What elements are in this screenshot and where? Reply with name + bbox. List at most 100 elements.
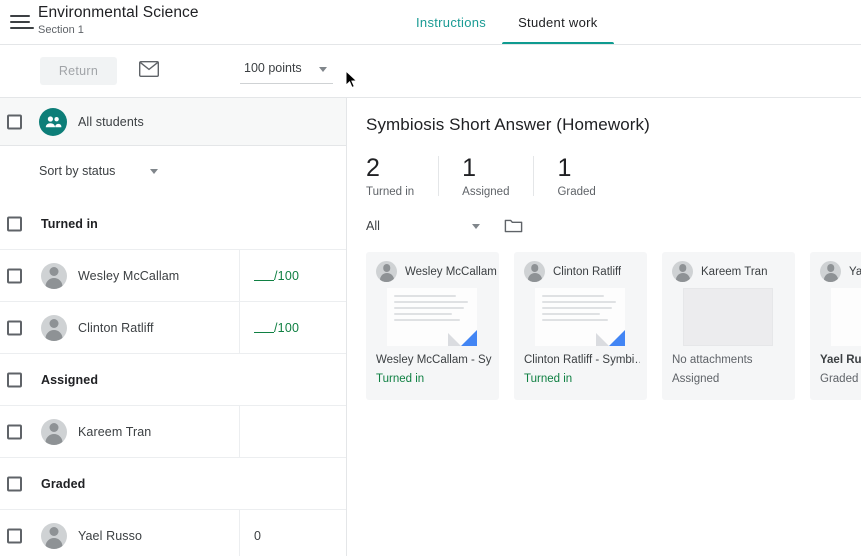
student-name: Kareem Tran (78, 425, 151, 439)
checkbox-student[interactable] (7, 320, 22, 335)
sort-by-status-dropdown[interactable]: Sort by status (39, 161, 164, 183)
course-header: Environmental Science Section 1 (38, 3, 199, 37)
document-thumbnail (831, 288, 861, 346)
stat-count: 1 (462, 153, 509, 183)
card-file-name: Yael Russo (820, 354, 861, 366)
avatar (41, 263, 67, 289)
return-button[interactable]: Return (40, 57, 117, 85)
student-name: Wesley McCallam (78, 269, 179, 283)
stat-label: Assigned (462, 186, 509, 198)
sidebar-row-student[interactable]: Wesley McCallam /100 (0, 250, 346, 302)
card-status: Turned in (376, 373, 424, 385)
tab-bar: Instructions Student work (400, 0, 614, 45)
hamburger-menu-icon[interactable] (10, 13, 34, 31)
folder-icon[interactable] (504, 218, 523, 239)
sidebar-section-turned-in[interactable]: Turned in (0, 198, 346, 250)
checkbox-student[interactable] (7, 268, 22, 283)
card-file-name: Clinton Ratliff - Symbi… (524, 354, 640, 366)
submission-card[interactable]: Wesley McCallam Wesley McCallam - Sy… Tu… (366, 252, 499, 400)
top-bar: Environmental Science Section 1 Instruct… (0, 0, 861, 45)
checkbox-section-graded[interactable] (7, 476, 22, 491)
status-filter-dropdown[interactable]: All (366, 216, 486, 240)
tab-student-work[interactable]: Student work (502, 0, 613, 45)
avatar (672, 261, 693, 282)
stat-graded: 1 Graded (533, 153, 619, 198)
people-group-icon (39, 108, 67, 136)
google-docs-icon (461, 330, 477, 346)
checkbox-all-students[interactable] (7, 114, 22, 129)
card-file-name: Wesley McCallam - Sy… (376, 354, 492, 366)
card-no-attachments-label: No attachments (672, 354, 753, 366)
grade-total: /100 (274, 321, 299, 335)
grade-column-divider (239, 406, 240, 457)
avatar (41, 315, 67, 341)
student-name: Clinton Ratliff (78, 321, 154, 335)
document-thumbnail (387, 288, 477, 346)
student-list-sidebar: All students Sort by status Turned in We… (0, 98, 347, 556)
student-work-main-pane: Symbiosis Short Answer (Homework) 2 Turn… (347, 98, 861, 556)
card-status: Graded (820, 373, 858, 385)
sidebar-row-student[interactable]: Yael Russo 0 (0, 510, 346, 556)
stat-assigned: 1 Assigned (438, 153, 533, 198)
sidebar-row-student[interactable]: Clinton Ratliff /100 (0, 302, 346, 354)
card-status: Assigned (672, 373, 719, 385)
doc-fold-corner (448, 333, 461, 346)
card-student-name: Kareem Tran (701, 266, 767, 278)
grade-column-divider (239, 510, 240, 556)
course-section-label: Section 1 (38, 23, 199, 37)
sidebar-row-all-students[interactable]: All students (0, 98, 346, 146)
grade-field[interactable]: /100 (254, 269, 299, 283)
action-toolbar: Return 100 points (0, 45, 861, 98)
grade-blank (254, 332, 274, 333)
page-title: Environmental Science (38, 3, 199, 22)
assignment-title: Symbiosis Short Answer (Homework) (366, 115, 650, 135)
checkbox-student[interactable] (7, 528, 22, 543)
sidebar-row-student[interactable]: Kareem Tran (0, 406, 346, 458)
submission-card[interactable]: Yael Russo Yael Russo Graded (810, 252, 861, 400)
stat-turned-in: 2 Turned in (366, 153, 438, 198)
grade-field[interactable]: 0 (254, 529, 261, 543)
card-student-name: Yael Russo (849, 266, 861, 278)
document-thumbnail (535, 288, 625, 346)
chevron-down-icon (150, 169, 158, 174)
classroom-student-work-page: Environmental Science Section 1 Instruct… (0, 0, 861, 556)
empty-thumbnail-placeholder (683, 288, 773, 346)
stat-label: Graded (557, 186, 595, 198)
card-header: Yael Russo (820, 261, 861, 282)
grade-field[interactable]: /100 (254, 321, 299, 335)
sort-row: Sort by status (0, 146, 346, 198)
grade-column-divider (239, 302, 240, 353)
sidebar-section-label: Turned in (41, 217, 98, 231)
chevron-down-icon (472, 224, 480, 229)
status-summary: 2 Turned in 1 Assigned 1 Graded (366, 153, 620, 198)
tab-instructions[interactable]: Instructions (400, 0, 502, 45)
submission-card[interactable]: Kareem Tran No attachments Assigned (662, 252, 795, 400)
points-dropdown[interactable]: 100 points (240, 58, 333, 84)
card-header: Kareem Tran (672, 261, 767, 282)
card-student-name: Clinton Ratliff (553, 266, 621, 278)
checkbox-section-assigned[interactable] (7, 372, 22, 387)
sort-by-status-label: Sort by status (39, 164, 115, 178)
card-header: Wesley McCallam (376, 261, 497, 282)
card-student-name: Wesley McCallam (405, 266, 497, 278)
card-header: Clinton Ratliff (524, 261, 621, 282)
checkbox-student[interactable] (7, 424, 22, 439)
sidebar-section-assigned[interactable]: Assigned (0, 354, 346, 406)
status-filter-value: All (366, 219, 380, 233)
student-name: Yael Russo (78, 529, 142, 543)
sidebar-label-all-students: All students (78, 115, 144, 129)
stat-count: 1 (557, 153, 595, 183)
stat-label: Turned in (366, 186, 414, 198)
avatar (524, 261, 545, 282)
email-icon[interactable] (139, 61, 159, 82)
submission-card[interactable]: Clinton Ratliff Clinton Ratliff - Symbi…… (514, 252, 647, 400)
avatar (376, 261, 397, 282)
points-value: 100 points (244, 61, 302, 75)
checkbox-section-turned-in[interactable] (7, 216, 22, 231)
sidebar-section-graded[interactable]: Graded (0, 458, 346, 510)
sidebar-section-label: Graded (41, 477, 85, 491)
grade-column-divider (239, 250, 240, 301)
avatar (41, 523, 67, 549)
grade-total: /100 (274, 269, 299, 283)
stat-count: 2 (366, 153, 414, 183)
